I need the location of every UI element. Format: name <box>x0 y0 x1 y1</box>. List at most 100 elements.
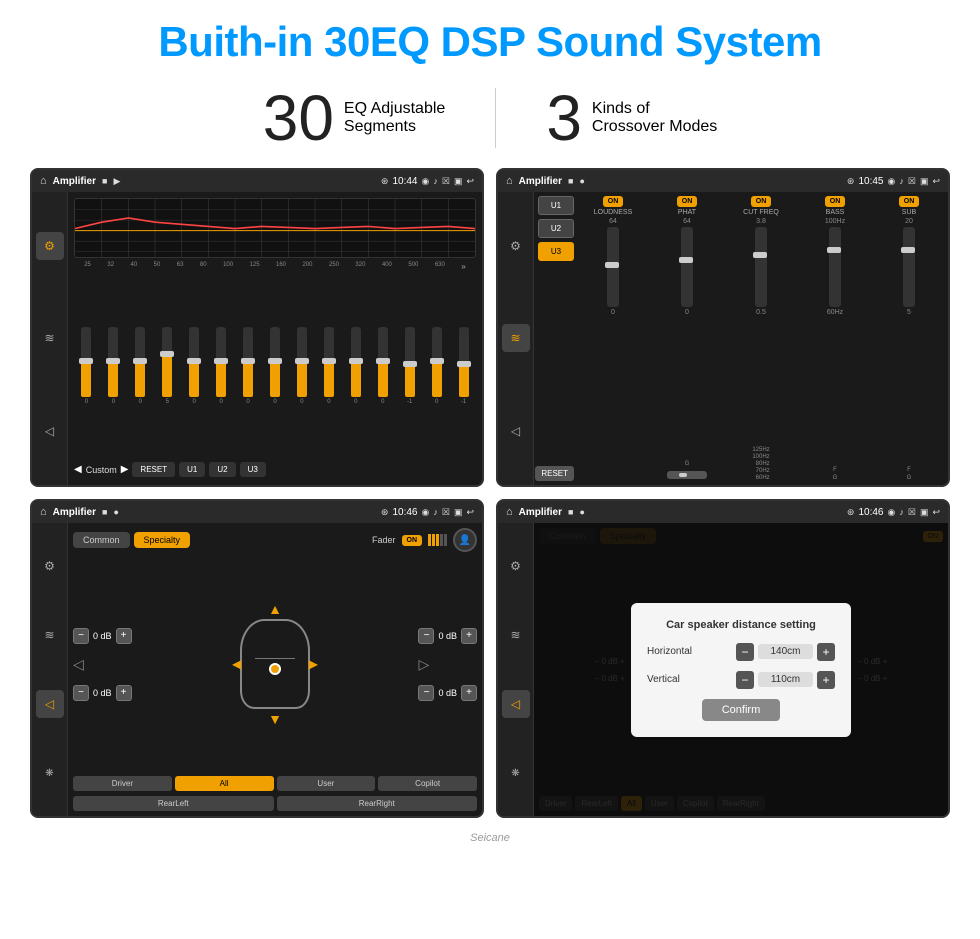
vertical-value: 110cm <box>758 672 813 687</box>
back-icon-3[interactable]: ↩ <box>466 507 474 518</box>
vertical-control: − 110cm + <box>736 671 835 689</box>
left-front-plus[interactable]: + <box>116 628 132 644</box>
back-icon[interactable]: ↩ <box>466 176 474 187</box>
preset-u2[interactable]: U2 <box>538 219 574 238</box>
eq-slider-8: 0 <box>290 327 315 405</box>
horizontal-minus-btn[interactable]: − <box>736 643 754 661</box>
dist-sidebar-speaker[interactable]: ◁ <box>502 690 530 718</box>
profile-icon[interactable]: 👤 <box>453 528 477 552</box>
crossover-sidebar-wave[interactable]: ≋ <box>502 324 530 352</box>
crossover-screen: ⌂ Amplifier ■ ● ⊛ 10:45 ◉ ♪ ☒ ▣ ↩ ⚙ ≋ ◁ <box>496 168 950 487</box>
right-front-plus[interactable]: + <box>461 628 477 644</box>
right-rear-plus[interactable]: + <box>461 685 477 701</box>
all-btn[interactable]: All <box>175 776 274 791</box>
eq-app-name: Amplifier <box>53 176 96 187</box>
spec-sidebar-bt[interactable]: ❋ <box>36 759 64 787</box>
distance-content: ⚙ ≋ ◁ ❋ Common Specialty ON <box>498 523 948 816</box>
eq-sidebar-wave[interactable]: ≋ <box>36 324 64 352</box>
back-icon-2[interactable]: ↩ <box>932 176 940 187</box>
channel-cutfreq: ON CUT FREQ 3.8 0.5 125Hz100Hz80Hz70Hz60… <box>726 196 796 481</box>
specialty-tab[interactable]: Specialty <box>134 532 191 548</box>
fader-toggle[interactable]: ON <box>402 535 423 546</box>
vertical-minus-btn[interactable]: − <box>736 671 754 689</box>
specialty-time: 10:46 <box>392 507 417 518</box>
spec-sidebar-speaker[interactable]: ◁ <box>36 690 64 718</box>
eq-sidebar-speaker[interactable]: ◁ <box>36 417 64 445</box>
crossover-sidebar-speaker[interactable]: ◁ <box>502 417 530 445</box>
back-icon-4[interactable]: ↩ <box>932 507 940 518</box>
dist-sidebar-eq[interactable]: ⚙ <box>502 552 530 580</box>
specialty-content: ⚙ ≋ ◁ ❋ Common Specialty Fader ON <box>32 523 482 816</box>
right-front-db: − 0 dB + <box>418 628 477 644</box>
crossover-topbar: ⌂ Amplifier ■ ● ⊛ 10:45 ◉ ♪ ☒ ▣ ↩ <box>498 170 948 192</box>
phat-toggle[interactable]: ON <box>677 196 698 207</box>
car-center-dot <box>269 663 281 675</box>
eq-slider-4: 0 <box>182 327 207 405</box>
eq-slider-13: 0 <box>424 327 449 405</box>
u3-btn[interactable]: U3 <box>240 462 266 477</box>
crossover-reset-btn[interactable]: RESET <box>535 466 574 481</box>
left-rear-plus[interactable]: + <box>116 685 132 701</box>
copilot-btn[interactable]: Copilot <box>378 776 477 791</box>
right-front-minus[interactable]: − <box>418 628 434 644</box>
home-icon[interactable]: ⌂ <box>40 175 47 187</box>
sub-toggle[interactable]: ON <box>899 196 920 207</box>
camera-icon: ◉ <box>422 176 430 187</box>
preset-u1[interactable]: U1 <box>538 196 574 215</box>
next-arrow[interactable]: ▶ <box>121 464 129 475</box>
channel-loudness: ON LOUDNESS 64 0 <box>578 196 648 481</box>
monitor-icon: ▣ <box>454 176 463 187</box>
location-icon: ⊛ <box>381 176 389 187</box>
horizontal-plus-btn[interactable]: + <box>817 643 835 661</box>
home-icon-2[interactable]: ⌂ <box>506 175 513 187</box>
left-rear-minus[interactable]: − <box>73 685 89 701</box>
specialty-app-name: Amplifier <box>53 507 96 518</box>
bass-toggle[interactable]: ON <box>825 196 846 207</box>
spec-sidebar-wave[interactable]: ≋ <box>36 621 64 649</box>
dist-sidebar-wave[interactable]: ≋ <box>502 621 530 649</box>
car-body: ◀ ▶ <box>240 619 310 709</box>
channel-sub: ON SUB 20 5 F G <box>874 196 944 481</box>
common-tab[interactable]: Common <box>73 532 130 548</box>
speaker-layout-area: − 0 dB + ◁ − 0 dB + <box>73 557 477 771</box>
crossover-channels: ON LOUDNESS 64 0 ON PHAT <box>578 196 944 481</box>
cutfreq-toggle[interactable]: ON <box>751 196 772 207</box>
preset-u3[interactable]: U3 <box>538 242 574 261</box>
right-speaker-icons: ▷ <box>418 656 477 673</box>
location-icon-4: ⊛ <box>847 507 855 518</box>
dist-sidebar-bt[interactable]: ❋ <box>502 759 530 787</box>
up-arrow-icon: ▲ <box>268 601 282 617</box>
crossover-sidebar: ⚙ ≋ ◁ <box>498 192 534 485</box>
specialty-top-row: Common Specialty Fader ON <box>73 528 477 552</box>
reset-btn[interactable]: RESET <box>132 462 175 477</box>
left-front-minus[interactable]: − <box>73 628 89 644</box>
play-icon-small: ▶ <box>113 176 120 187</box>
home-icon-4[interactable]: ⌂ <box>506 506 513 518</box>
tab-row: Common Specialty <box>73 532 190 548</box>
distance-screen: ⌂ Amplifier ■ ● ⊛ 10:46 ◉ ♪ ☒ ▣ ↩ ⚙ ≋ ◁ … <box>496 499 950 818</box>
volume-icon-4: ♪ <box>899 507 904 517</box>
right-rear-db: − 0 dB + <box>418 685 477 701</box>
right-rear-minus[interactable]: − <box>418 685 434 701</box>
user-btn[interactable]: User <box>277 776 376 791</box>
u1-btn[interactable]: U1 <box>179 462 205 477</box>
loudness-toggle[interactable]: ON <box>603 196 624 207</box>
rearleft-btn[interactable]: RearLeft <box>73 796 274 811</box>
eq-time: 10:44 <box>392 176 417 187</box>
home-icon-3[interactable]: ⌂ <box>40 506 47 518</box>
u2-btn[interactable]: U2 <box>209 462 235 477</box>
fader-row: Fader ON 👤 <box>372 528 477 552</box>
specialty-topbar: ⌂ Amplifier ■ ● ⊛ 10:46 ◉ ♪ ☒ ▣ ↩ <box>32 501 482 523</box>
dot-icon-3: ● <box>113 507 118 517</box>
distance-dialog-overlay: Car speaker distance setting Horizontal … <box>534 523 948 816</box>
driver-btn[interactable]: Driver <box>73 776 172 791</box>
vertical-plus-btn[interactable]: + <box>817 671 835 689</box>
confirm-button[interactable]: Confirm <box>702 699 781 721</box>
rearright-btn[interactable]: RearRight <box>277 796 478 811</box>
spec-sidebar-eq[interactable]: ⚙ <box>36 552 64 580</box>
prev-arrow[interactable]: ◀ <box>74 464 82 475</box>
eq-screen: ⌂ Amplifier ■ ▶ ⊛ 10:44 ◉ ♪ ☒ ▣ ↩ ⚙ ≋ ◁ <box>30 168 484 487</box>
eq-sidebar-eq[interactable]: ⚙ <box>36 232 64 260</box>
eq-slider-3: 5 <box>155 327 180 405</box>
crossover-sidebar-eq[interactable]: ⚙ <box>502 232 530 260</box>
